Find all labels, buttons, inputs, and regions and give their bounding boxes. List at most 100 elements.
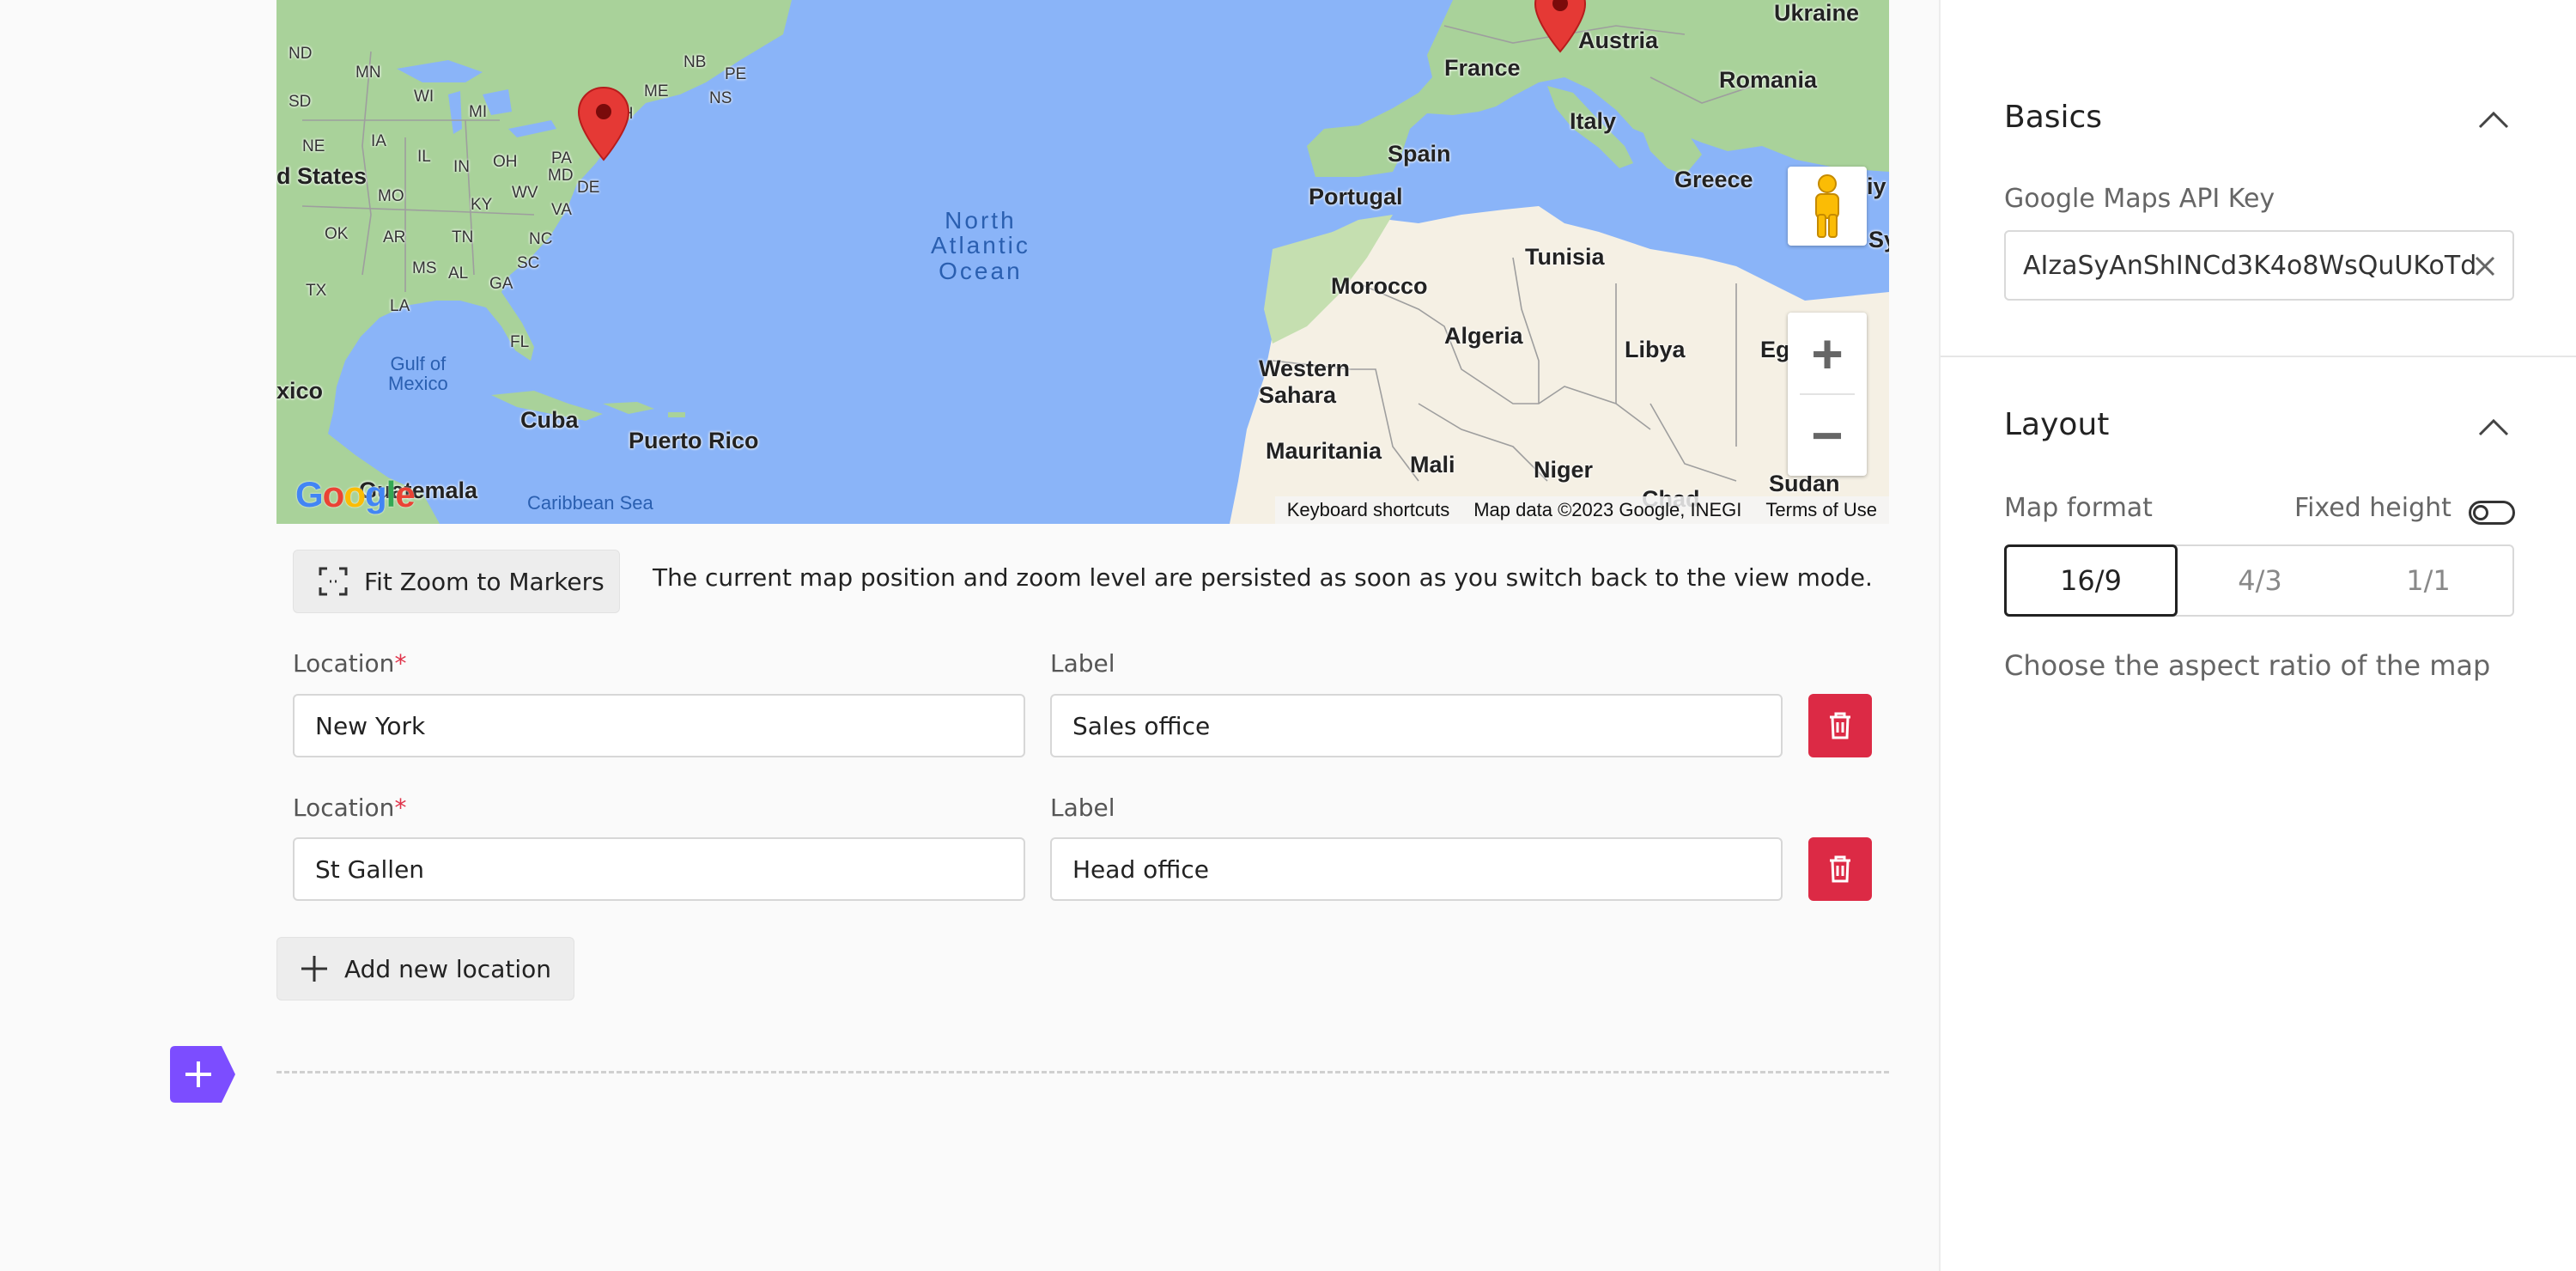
- delete-location-2-button[interactable]: [1808, 837, 1872, 901]
- label-2-input[interactable]: [1050, 837, 1783, 901]
- map-view[interactable]: NDMNSDWIMINEIAILINOHPANYNHMENBPENSMDDEWV…: [276, 0, 1889, 524]
- map-label-state: WV: [512, 184, 538, 202]
- api-key-value: AIzaSyAnShINCd3K4o8WsQuUKoTd2: [2023, 250, 2476, 281]
- add-block-button[interactable]: [170, 1046, 235, 1103]
- layout-section-title: Layout: [2004, 407, 2110, 442]
- google-logo-letter: G: [295, 474, 324, 514]
- plus-icon: [300, 954, 329, 983]
- toggle-knob: [2473, 505, 2488, 520]
- map-label-state: OH: [493, 153, 518, 171]
- map-label-country: Tunisia: [1525, 244, 1605, 270]
- map-label-state: PE: [725, 65, 747, 83]
- map-marker-st-gallen[interactable]: [1534, 0, 1587, 53]
- map-label-state: AL: [448, 265, 469, 283]
- map-label-state: NS: [709, 89, 732, 107]
- basics-section-title: Basics: [2004, 100, 2103, 135]
- map-label-state: IN: [453, 158, 470, 176]
- map-label-state: NE: [302, 137, 325, 155]
- map-label-country: Morocco: [1331, 273, 1428, 299]
- fixed-height-label: Fixed height: [2294, 493, 2451, 523]
- map-attribution: Keyboard shortcuts Map data ©2023 Google…: [1274, 496, 1889, 524]
- map-label-country: Portugal: [1309, 184, 1403, 210]
- location-2-label: Location*: [293, 794, 407, 822]
- map-label-state: KY: [471, 196, 493, 214]
- map-label-state: VA: [551, 201, 572, 219]
- map-label-state: OK: [325, 225, 349, 243]
- terms-of-use-link[interactable]: Terms of Use: [1753, 499, 1889, 521]
- map-label-country: Austria: [1578, 27, 1659, 53]
- google-logo-letter: o: [322, 474, 345, 514]
- map-label-country: France: [1444, 55, 1521, 81]
- map-label-state: MD: [548, 167, 574, 185]
- add-location-label: Add new location: [344, 954, 551, 983]
- format-1-1-option[interactable]: 1/1: [2344, 546, 2512, 615]
- google-logo-letter: o: [343, 474, 366, 514]
- fit-zoom-button[interactable]: Fit Zoom to Markers: [293, 550, 620, 613]
- map-data-text: Map data ©2023 Google, INEGI: [1473, 499, 1742, 520]
- label-1-input[interactable]: [1050, 694, 1783, 757]
- street-view-pegman[interactable]: [1788, 167, 1867, 246]
- map-label-country: Western Sahara: [1259, 356, 1351, 408]
- section-divider: [1941, 356, 2576, 357]
- keyboard-shortcuts-link[interactable]: Keyboard shortcuts: [1275, 499, 1462, 521]
- map-label-state: PA: [551, 149, 572, 167]
- map-label-state: NB: [683, 53, 707, 71]
- required-marker: *: [394, 794, 407, 822]
- format-4-3-option[interactable]: 4/3: [2176, 546, 2344, 615]
- clear-icon[interactable]: [2470, 251, 2500, 282]
- label-2-label: Label: [1050, 794, 1115, 822]
- map-label-country: iy: [1867, 173, 1886, 199]
- zoom-in-button[interactable]: +: [1788, 313, 1867, 394]
- block-divider: [276, 1071, 1889, 1073]
- fit-zoom-label: Fit Zoom to Markers: [364, 567, 605, 596]
- fit-zoom-icon: [318, 566, 349, 597]
- chevron-up-icon[interactable]: [2475, 106, 2512, 132]
- map-label-state: TN: [452, 228, 474, 246]
- map-label-state: FL: [510, 333, 530, 351]
- map-label-country: Romania: [1719, 67, 1818, 93]
- trash-icon: [1830, 855, 1850, 883]
- properties-sidebar: Basics Google Maps API Key AIzaSyAnShINC…: [1939, 0, 2576, 1271]
- map-label-state: IA: [371, 132, 386, 150]
- map-label-country: Mali: [1410, 452, 1455, 477]
- map-label-country: Eg: [1760, 337, 1790, 362]
- map-label-country: d States: [276, 163, 368, 189]
- map-label-state: WI: [414, 88, 434, 106]
- format-16-9-option[interactable]: 16/9: [2004, 544, 2178, 617]
- map-label-state: AR: [383, 228, 406, 246]
- map-label-country: Greece: [1674, 167, 1753, 192]
- map-format-selector: 16/9 4/3 1/1: [2004, 544, 2514, 617]
- required-marker: *: [394, 649, 407, 678]
- chevron-up-icon[interactable]: [2475, 414, 2512, 440]
- map-label-state: MO: [378, 187, 404, 205]
- map-label-country: Libya: [1625, 337, 1686, 362]
- map-label-state: IL: [417, 148, 431, 166]
- map-label-state: ND: [289, 45, 313, 63]
- map-label-state: DE: [577, 179, 600, 197]
- map-marker-new-york[interactable]: [577, 86, 630, 161]
- map-label-state: MN: [355, 64, 381, 82]
- map-label-country: Mauritania: [1266, 438, 1382, 464]
- add-location-button[interactable]: Add new location: [276, 937, 574, 1000]
- google-logo-letter: l: [386, 474, 397, 514]
- map-label-state: ME: [644, 82, 669, 100]
- map-label-water: Gulf of Mexico: [388, 353, 448, 395]
- map-label-state: NC: [529, 230, 553, 248]
- map-position-hint: The current map position and zoom level …: [653, 563, 1873, 592]
- google-logo-letter: e: [395, 474, 415, 514]
- api-key-input[interactable]: AIzaSyAnShINCd3K4o8WsQuUKoTd2: [2004, 230, 2514, 301]
- zoom-out-button[interactable]: −: [1788, 394, 1867, 476]
- map-label-water: North Atlantic Ocean: [931, 207, 1030, 284]
- map-label-state: GA: [489, 275, 513, 293]
- fixed-height-toggle[interactable]: [2469, 501, 2515, 525]
- map-label-country: xico: [276, 378, 324, 404]
- map-label-country: Sy: [1868, 227, 1889, 252]
- map-label-country: Puerto Rico: [629, 428, 759, 453]
- map-label-country: Algeria: [1444, 323, 1523, 349]
- map-label-state: LA: [390, 297, 410, 315]
- map-label-state: SC: [517, 254, 540, 272]
- pegman-icon: [1815, 174, 1839, 238]
- location-2-input[interactable]: [293, 837, 1025, 901]
- location-1-input[interactable]: [293, 694, 1025, 757]
- delete-location-1-button[interactable]: [1808, 694, 1872, 757]
